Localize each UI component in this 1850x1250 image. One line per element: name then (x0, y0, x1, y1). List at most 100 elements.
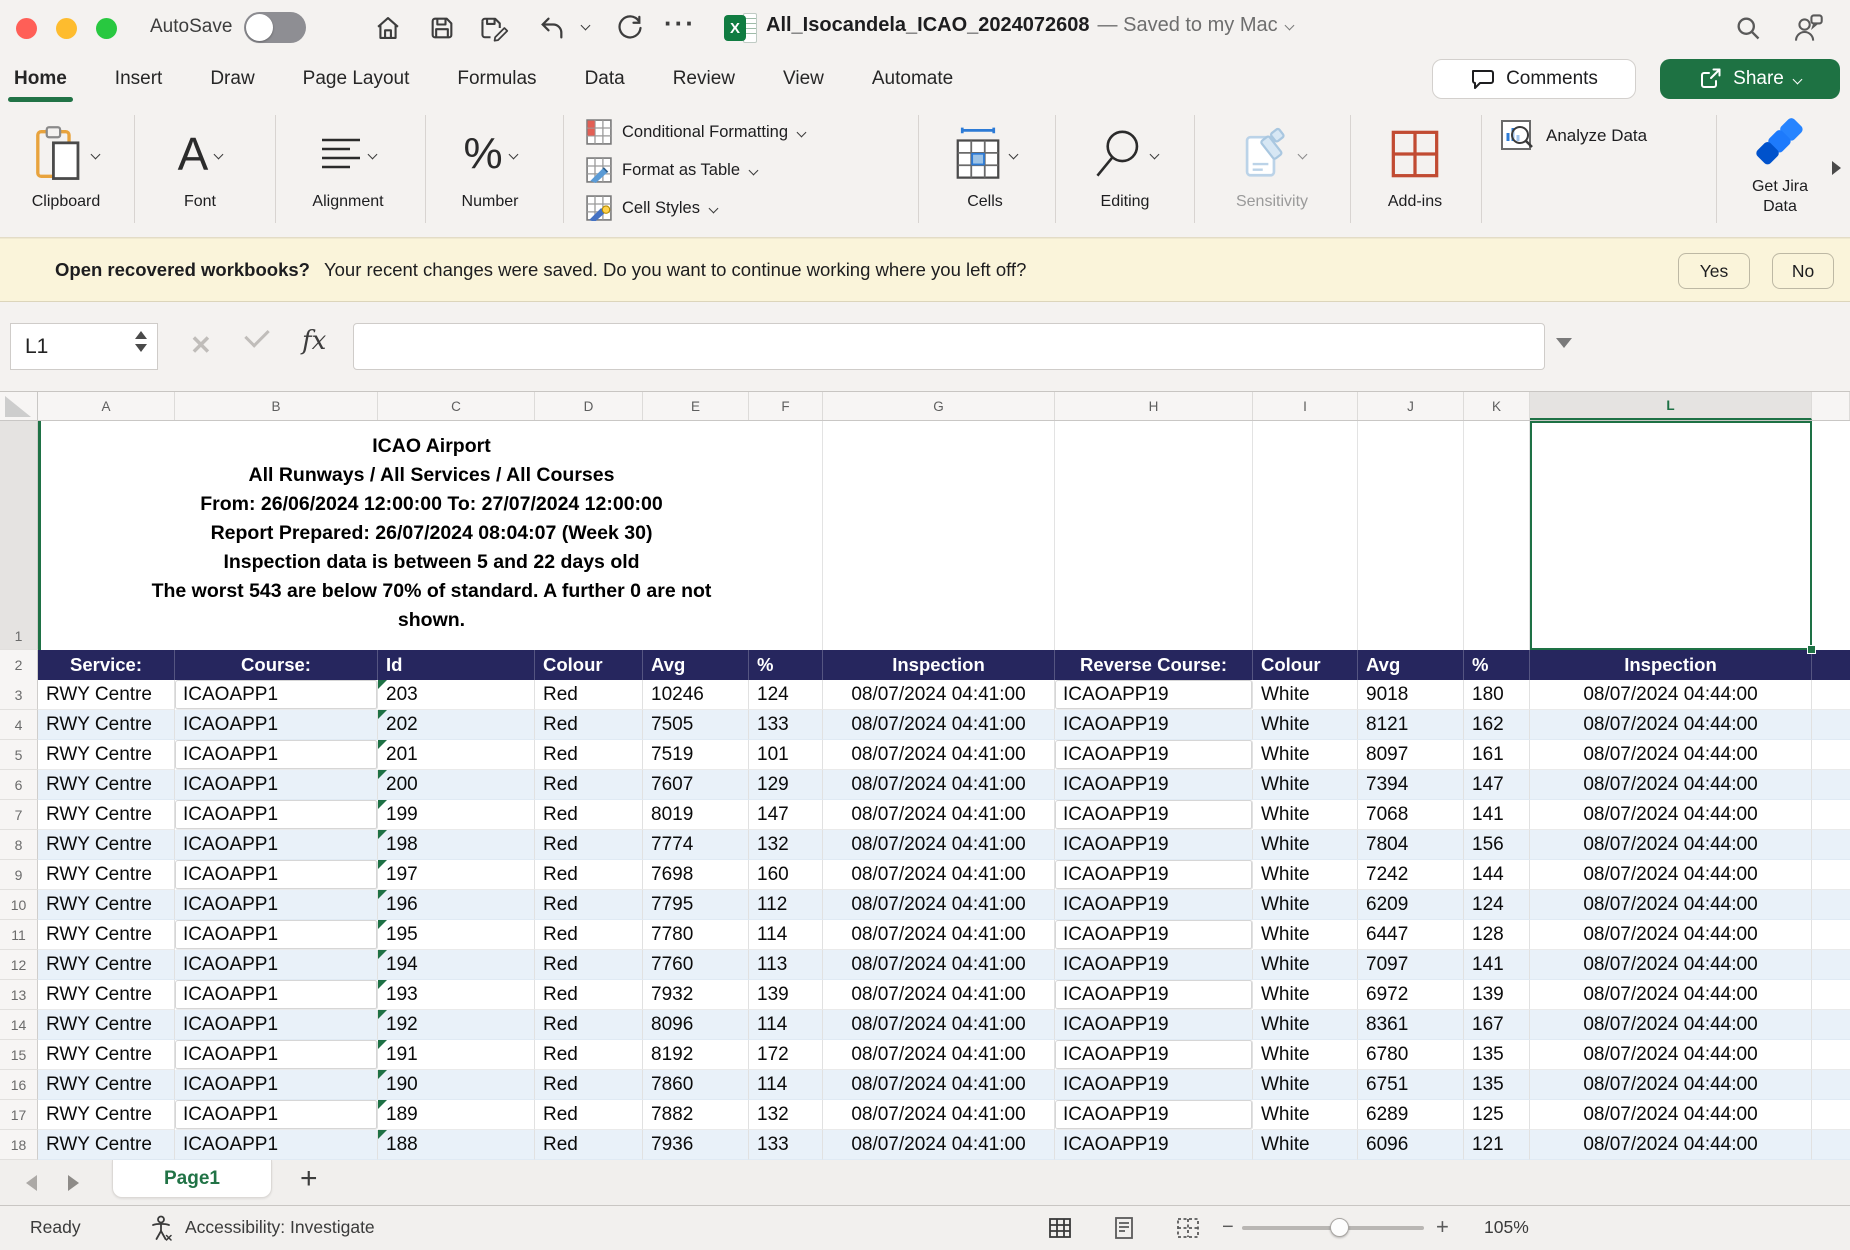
cell-inspection[interactable]: 08/07/2024 04:41:00 (823, 740, 1055, 770)
cell-pct[interactable]: 101 (749, 740, 823, 770)
row-header-9[interactable]: 9 (0, 860, 38, 890)
cell-reverse-avg[interactable]: 6096 (1358, 1130, 1464, 1160)
table-header-pct[interactable]: % (749, 650, 823, 680)
cell-pct[interactable]: 147 (749, 800, 823, 830)
cell-reverse-avg[interactable]: 6780 (1358, 1040, 1464, 1070)
cell-reverse-course[interactable]: ICAOAPP19 (1055, 860, 1253, 890)
yes-button[interactable]: Yes (1678, 253, 1750, 289)
cell-course[interactable]: ICAOAPP1 (175, 920, 378, 950)
sensitivity-group[interactable]: Sensitivity (1220, 103, 1324, 211)
row-header-1[interactable]: 1 (0, 421, 38, 650)
cell-reverse-pct[interactable]: 135 (1464, 1040, 1530, 1070)
cell-reverse-inspection[interactable]: 08/07/2024 04:44:00 (1530, 680, 1812, 710)
cell-avg[interactable]: 7607 (643, 770, 749, 800)
cell-service[interactable]: RWY Centre (38, 770, 175, 800)
undo-icon[interactable] (536, 12, 568, 44)
cell-reverse-pct[interactable]: 144 (1464, 860, 1530, 890)
cells-group[interactable]: Cells (933, 103, 1037, 211)
cell-reverse-inspection[interactable]: 08/07/2024 04:44:00 (1530, 800, 1812, 830)
row-header-11[interactable]: 11 (0, 920, 38, 950)
cell-inspection[interactable]: 08/07/2024 04:41:00 (823, 920, 1055, 950)
cell-id[interactable]: 199 (378, 800, 535, 830)
cell-avg[interactable]: 7932 (643, 980, 749, 1010)
column-header-A[interactable]: A (38, 392, 175, 420)
cell-reverse-colour[interactable]: White (1253, 680, 1358, 710)
search-icon[interactable] (1732, 12, 1764, 44)
ribbon-overflow-arrow[interactable] (1832, 161, 1841, 175)
cell-pct[interactable]: 124 (749, 680, 823, 710)
cell-reverse-inspection[interactable]: 08/07/2024 04:44:00 (1530, 860, 1812, 890)
cell-reverse-course[interactable]: ICAOAPP19 (1055, 830, 1253, 860)
cell-reverse-colour[interactable]: White (1253, 770, 1358, 800)
cell-reverse-pct[interactable]: 135 (1464, 1070, 1530, 1100)
cell-service[interactable]: RWY Centre (38, 920, 175, 950)
cell-id[interactable]: 198 (378, 830, 535, 860)
add-sheet-button[interactable]: + (300, 1162, 318, 1196)
cell-course[interactable]: ICAOAPP1 (175, 950, 378, 980)
cell-filler[interactable] (1812, 800, 1850, 830)
tab-draw[interactable]: Draw (210, 55, 254, 103)
cell-reverse-inspection[interactable]: 08/07/2024 04:44:00 (1530, 1070, 1812, 1100)
tab-data[interactable]: Data (585, 55, 625, 103)
cell-service[interactable]: RWY Centre (38, 1130, 175, 1160)
cell-reverse-course[interactable]: ICAOAPP19 (1055, 1010, 1253, 1040)
cell-pct[interactable]: 129 (749, 770, 823, 800)
zoom-in-icon[interactable]: + (1436, 1214, 1449, 1240)
clipboard-dropdown-chevron[interactable] (91, 149, 101, 159)
column-header-E[interactable]: E (643, 392, 749, 420)
cell-reverse-inspection[interactable]: 08/07/2024 04:44:00 (1530, 890, 1812, 920)
cell-filler[interactable] (1812, 1100, 1850, 1130)
sheet-tab-page1[interactable]: Page1 (112, 1160, 272, 1198)
cell-reverse-inspection[interactable]: 08/07/2024 04:44:00 (1530, 920, 1812, 950)
tab-page-layout[interactable]: Page Layout (303, 55, 410, 103)
cell-reverse-colour[interactable]: White (1253, 860, 1358, 890)
cell-reverse-avg[interactable]: 8361 (1358, 1010, 1464, 1040)
column-header-partial[interactable] (1812, 392, 1850, 420)
cell-avg[interactable]: 7860 (643, 1070, 749, 1100)
cells-dropdown-chevron[interactable] (1009, 149, 1019, 159)
cell-reverse-course[interactable]: ICAOAPP19 (1055, 800, 1253, 830)
cell-reverse-inspection[interactable]: 08/07/2024 04:44:00 (1530, 1040, 1812, 1070)
title-dropdown-chevron[interactable] (1284, 21, 1294, 31)
cell-id[interactable]: 190 (378, 1070, 535, 1100)
cell-course[interactable]: ICAOAPP1 (175, 800, 378, 830)
cell-reverse-pct[interactable]: 162 (1464, 710, 1530, 740)
cell-pct[interactable]: 113 (749, 950, 823, 980)
cell-avg[interactable]: 8096 (643, 1010, 749, 1040)
cell-reverse-course[interactable]: ICAOAPP19 (1055, 950, 1253, 980)
cell-inspection[interactable]: 08/07/2024 04:41:00 (823, 800, 1055, 830)
formula-input[interactable] (353, 323, 1545, 370)
cell-service[interactable]: RWY Centre (38, 710, 175, 740)
undo-dropdown-chevron[interactable] (581, 21, 591, 31)
clipboard-group[interactable]: Clipboard (14, 103, 118, 211)
column-header-D[interactable]: D (535, 392, 643, 420)
table-header-id[interactable]: Id (378, 650, 535, 680)
cell-reverse-colour[interactable]: White (1253, 1100, 1358, 1130)
cell-colour[interactable]: Red (535, 1130, 643, 1160)
cell-filler[interactable] (1812, 830, 1850, 860)
selected-cell-L1[interactable] (1530, 421, 1812, 650)
table-header-reverse-colour[interactable]: Colour (1253, 650, 1358, 680)
cell-reverse-colour[interactable]: White (1253, 1010, 1358, 1040)
cell-reverse-inspection[interactable]: 08/07/2024 04:44:00 (1530, 950, 1812, 980)
cell-pct[interactable]: 133 (749, 710, 823, 740)
cell-reverse-course[interactable]: ICAOAPP19 (1055, 920, 1253, 950)
cell-id[interactable]: 193 (378, 980, 535, 1010)
cell-inspection[interactable]: 08/07/2024 04:41:00 (823, 950, 1055, 980)
cell-inspection[interactable]: 08/07/2024 04:41:00 (823, 680, 1055, 710)
cell-reverse-course[interactable]: ICAOAPP19 (1055, 680, 1253, 710)
cell-reverse-colour[interactable]: White (1253, 950, 1358, 980)
name-box[interactable]: L1 (10, 323, 158, 370)
cell-course[interactable]: ICAOAPP1 (175, 710, 378, 740)
cell-reverse-pct[interactable]: 147 (1464, 770, 1530, 800)
cell-reverse-pct[interactable]: 156 (1464, 830, 1530, 860)
cell-avg[interactable]: 7936 (643, 1130, 749, 1160)
cell-colour[interactable]: Red (535, 710, 643, 740)
cell-inspection[interactable]: 08/07/2024 04:41:00 (823, 980, 1055, 1010)
cell-reverse-avg[interactable]: 7242 (1358, 860, 1464, 890)
cell-course[interactable]: ICAOAPP1 (175, 890, 378, 920)
cell-colour[interactable]: Red (535, 1010, 643, 1040)
cell-reverse-course[interactable]: ICAOAPP19 (1055, 710, 1253, 740)
cell-reverse-inspection[interactable]: 08/07/2024 04:44:00 (1530, 1010, 1812, 1040)
table-header-course[interactable]: Course: (175, 650, 378, 680)
